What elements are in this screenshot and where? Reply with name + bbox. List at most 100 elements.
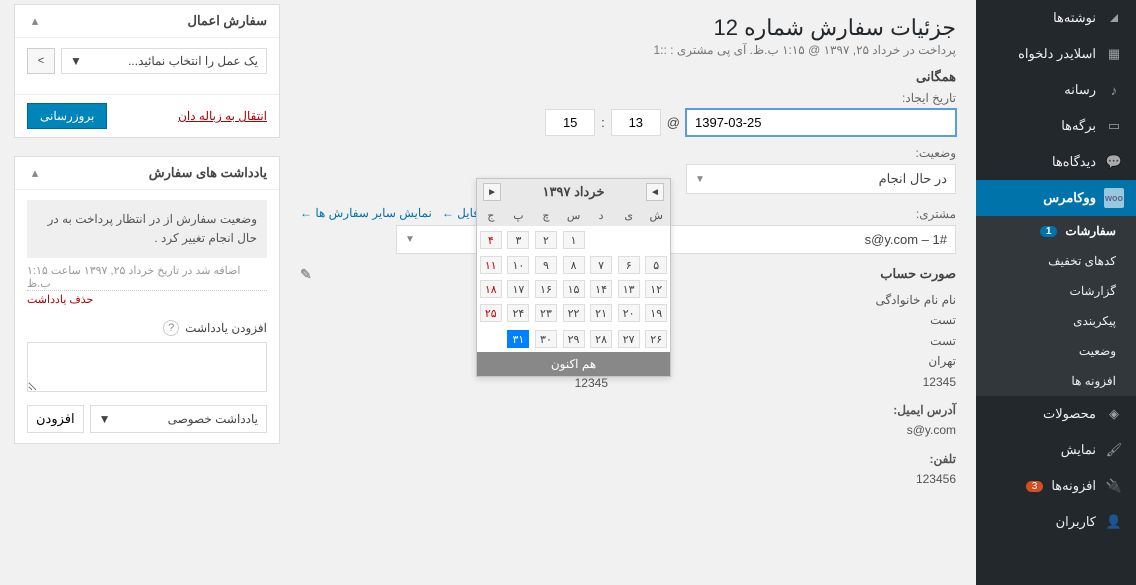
dp-day-cell[interactable]: ۳۱ bbox=[505, 325, 533, 352]
submenu-label: کدهای تخفیف bbox=[1048, 254, 1116, 268]
order-hour-input[interactable] bbox=[611, 109, 661, 136]
submenu-label: گزارشات bbox=[1070, 284, 1116, 298]
menu-appearance[interactable]: 🖌 نمایش bbox=[976, 432, 1136, 468]
status-value: در حال انجام bbox=[879, 171, 947, 187]
billing-email[interactable]: s@y.com bbox=[907, 423, 956, 437]
order-date-input[interactable] bbox=[686, 109, 956, 136]
dp-day-cell[interactable]: ۶ bbox=[615, 253, 643, 277]
dp-day-cell bbox=[642, 226, 670, 253]
add-note-button[interactable]: افزودن bbox=[27, 405, 84, 433]
dp-day-cell[interactable]: ۹ bbox=[532, 253, 560, 277]
dp-day-cell[interactable]: ۲۸ bbox=[587, 325, 615, 352]
dp-day-cell[interactable]: ۵ bbox=[642, 253, 670, 277]
dp-day-cell[interactable]: ۱ bbox=[560, 226, 588, 253]
plugins-badge: 3 bbox=[1026, 481, 1044, 492]
woo-submenu: سفارشات1 کدهای تخفیف گزارشات پیکربندی وض… bbox=[976, 216, 1136, 396]
help-icon[interactable]: ? bbox=[163, 320, 179, 336]
dp-day-cell[interactable]: ۸ bbox=[560, 253, 588, 277]
dp-day-cell[interactable]: ۱۷ bbox=[505, 277, 533, 301]
dp-day-cell[interactable]: ۱۰ bbox=[505, 253, 533, 277]
menu-label: برگه‌ها bbox=[1061, 118, 1096, 134]
billing-column: صورت حساب نام نام خانوادگی تست تست تهران… bbox=[648, 266, 956, 490]
datepicker-prev[interactable]: ► bbox=[483, 183, 501, 201]
submenu-status[interactable]: وضعیت bbox=[976, 336, 1136, 366]
submenu-addons[interactable]: افزونه ها bbox=[976, 366, 1136, 396]
dp-day-cell[interactable]: ۲۷ bbox=[615, 325, 643, 352]
order-minute-input[interactable] bbox=[545, 109, 595, 136]
dp-day-cell[interactable]: ۲۲ bbox=[560, 301, 588, 325]
dp-day-cell[interactable]: ۲۴ bbox=[505, 301, 533, 325]
dp-day-cell[interactable]: ۱۸ bbox=[477, 277, 505, 301]
dp-dow-cell: ش bbox=[642, 205, 670, 226]
submenu-settings[interactable]: پیکربندی bbox=[976, 306, 1136, 336]
brush-icon: 🖌 bbox=[1104, 440, 1124, 460]
dp-day-cell[interactable]: ۱۲ bbox=[642, 277, 670, 301]
menu-slider[interactable]: ▦اسلایدر دلخواه bbox=[976, 36, 1136, 72]
dp-day-cell[interactable]: ۲۵ bbox=[477, 301, 505, 325]
menu-label: دیدگاه‌ها bbox=[1052, 154, 1096, 170]
dp-day-cell[interactable]: ۲۳ bbox=[532, 301, 560, 325]
image-icon: ▦ bbox=[1104, 44, 1124, 64]
dp-day-cell[interactable]: ۱۵ bbox=[560, 277, 588, 301]
dp-day-cell[interactable]: ۱۱ bbox=[477, 253, 505, 277]
menu-label: نمایش bbox=[1061, 442, 1096, 458]
note-item: وضعیت سفارش از در انتظار پرداخت به در حا… bbox=[27, 200, 267, 258]
order-actions-box: سفارش اعمال ▴ یک عمل را انتخاب نمائید...… bbox=[14, 4, 280, 138]
status-label: وضعیت: bbox=[300, 146, 956, 160]
note-textarea[interactable] bbox=[27, 342, 267, 392]
dp-dow-cell: ی bbox=[615, 205, 643, 226]
notes-title: یادداشت های سفارش bbox=[149, 165, 267, 181]
side-panels: سفارش اعمال ▴ یک عمل را انتخاب نمائید...… bbox=[0, 0, 280, 585]
menu-products[interactable]: ◈محصولات bbox=[976, 396, 1136, 432]
menu-pages[interactable]: ▭برگه‌ها bbox=[976, 108, 1136, 144]
delete-note-link[interactable]: حذف یادداشت bbox=[27, 293, 93, 306]
dp-day-cell[interactable]: ۴ bbox=[477, 226, 505, 253]
dp-day-cell[interactable]: ۲۹ bbox=[560, 325, 588, 352]
actions-select[interactable]: یک عمل را انتخاب نمائید... ▼ bbox=[61, 48, 267, 74]
apply-action-button[interactable]: > bbox=[27, 48, 55, 74]
datepicker-now-button[interactable]: هم اکنون bbox=[477, 352, 670, 376]
woo-icon: woo bbox=[1104, 188, 1124, 208]
dp-day-cell[interactable]: ۲ bbox=[532, 226, 560, 253]
dp-day-cell[interactable]: ۳۰ bbox=[532, 325, 560, 352]
status-select[interactable]: در حال انجام ▼ bbox=[686, 164, 956, 194]
dp-day-cell[interactable]: ۱۹ bbox=[642, 301, 670, 325]
submenu-reports[interactable]: گزارشات bbox=[976, 276, 1136, 306]
chevron-down-icon: ▼ bbox=[99, 412, 111, 426]
order-notes-box: یادداشت های سفارش ▴ وضعیت سفارش از در ان… bbox=[14, 156, 280, 444]
dp-day-cell[interactable]: ۳ bbox=[505, 226, 533, 253]
box-toggle-icon[interactable]: ▴ bbox=[27, 165, 43, 181]
dp-day-cell[interactable]: ۲۰ bbox=[615, 301, 643, 325]
dp-day-cell[interactable]: ۲۱ bbox=[587, 301, 615, 325]
general-heading: همگانی bbox=[300, 69, 956, 85]
datepicker-popup: ◄ خرداد ۱۳۹۷ ► شیدسچپج ۱۲۳۴۵۶۷۸۹۱۰۱۱۱۲۱۳… bbox=[476, 178, 671, 377]
other-orders-link[interactable]: نمایش سایر سفارش ها ← bbox=[300, 206, 432, 220]
billing-phone[interactable]: 123456 bbox=[916, 472, 956, 486]
dp-day-cell[interactable]: ۱۴ bbox=[587, 277, 615, 301]
note-type-select[interactable]: یادداشت خصوصی ▼ bbox=[90, 405, 267, 433]
dp-dow-cell: پ bbox=[505, 205, 533, 226]
dp-day-cell[interactable]: ۱۳ bbox=[615, 277, 643, 301]
box-toggle-icon[interactable]: ▴ bbox=[27, 13, 43, 29]
datepicker-grid: شیدسچپج ۱۲۳۴۵۶۷۸۹۱۰۱۱۱۲۱۳۱۴۱۵۱۶۱۷۱۸۱۹۲۰۲… bbox=[477, 205, 670, 352]
menu-media[interactable]: ♪رسانه bbox=[976, 72, 1136, 108]
submenu-orders[interactable]: سفارشات1 bbox=[976, 216, 1136, 246]
update-button[interactable]: بروزرسانی bbox=[27, 103, 107, 129]
chevron-down-icon: ▼ bbox=[695, 174, 705, 185]
note-meta: اضافه شد در تاریخ خرداد ۲۵, ۱۳۹۷ ساعت ۱:… bbox=[27, 264, 267, 291]
dp-day-cell bbox=[477, 325, 505, 352]
menu-users[interactable]: 👤کاربران bbox=[976, 504, 1136, 540]
dp-day-cell[interactable]: ۲۶ bbox=[642, 325, 670, 352]
edit-shipping-icon[interactable]: ✎ bbox=[300, 266, 312, 283]
menu-posts[interactable]: نوشته‌ها bbox=[976, 0, 1136, 36]
trash-link[interactable]: انتقال به زباله دان bbox=[178, 109, 267, 123]
menu-woocommerce[interactable]: wooووکامرس bbox=[976, 180, 1136, 216]
menu-plugins[interactable]: 🔌افزونه‌ها3 bbox=[976, 468, 1136, 504]
dp-day-cell[interactable]: ۷ bbox=[587, 253, 615, 277]
datepicker-next[interactable]: ◄ bbox=[646, 183, 664, 201]
billing-line: تست bbox=[648, 310, 956, 330]
menu-label: محصولات bbox=[1043, 406, 1096, 422]
submenu-coupons[interactable]: کدهای تخفیف bbox=[976, 246, 1136, 276]
dp-day-cell[interactable]: ۱۶ bbox=[532, 277, 560, 301]
menu-comments[interactable]: 💬دیدگاه‌ها bbox=[976, 144, 1136, 180]
